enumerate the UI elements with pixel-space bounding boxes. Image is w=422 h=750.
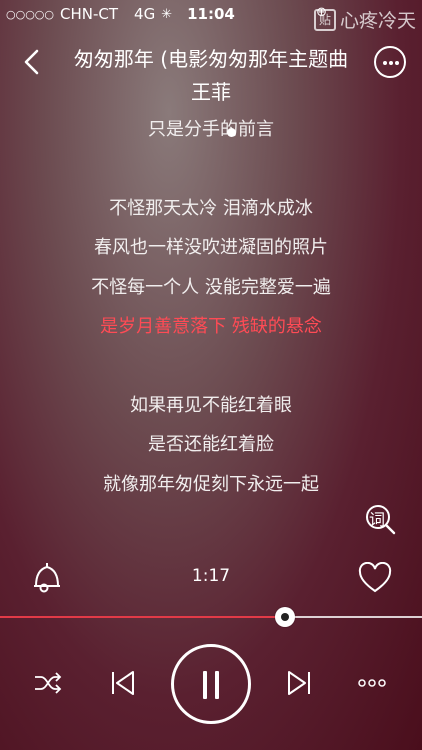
lyrics-search-button[interactable]: 词 [363,502,397,536]
watermark: 贴 心疼冷天 [313,6,416,33]
progress-played [0,616,285,618]
progress-thumb[interactable] [274,607,295,627]
lyric-line: 春风也一样没吹进凝固的照片 [94,237,328,259]
lyric-scroll-dot [227,128,236,137]
more-icon[interactable] [358,676,386,690]
lyric-line: 是否还能红着脸 [148,434,274,456]
watermark-logo: 贴 [313,8,336,31]
pause-icon-bar-left [203,671,207,699]
lyric-line: 就像那年匆促刻下永远一起 [103,473,319,495]
previous-icon[interactable] [110,670,136,696]
next-icon[interactable] [286,670,312,696]
lyric-line: 是岁月善意落下 残缺的悬念 [100,315,322,337]
pause-button[interactable] [171,644,251,724]
progress-bar[interactable] [0,607,422,627]
lyric-line: 如果再见不能红着眼 [130,394,292,416]
pause-icon-bar-right [215,671,219,699]
watermark-text: 心疼冷天 [339,10,416,32]
lyrics-search-char: 词 [369,510,386,529]
artist-name: 王菲 [191,80,231,104]
lyric-blank-line [0,354,422,393]
lyric-line: 不怪那天太冷 泪滴水成冰 [109,197,313,219]
lyric-line: 只是分手的前言 [148,119,274,140]
song-title: 匆匆那年 (电影匆匆那年主题曲 [73,47,349,71]
more-options-button[interactable] [374,46,406,78]
lyric-blank-line [0,157,422,196]
lyrics-panel[interactable]: 只是分手的前言不怪那天太冷 泪滴水成冰 春风也一样没吹进凝固的照片 不怪每一个人 没… [0,118,422,512]
heart-icon[interactable] [358,562,392,594]
shuffle-icon[interactable] [34,671,62,695]
lyric-line: 不怪每一个人 没能完整爱一遍 [91,276,331,298]
back-button[interactable] [18,48,46,76]
